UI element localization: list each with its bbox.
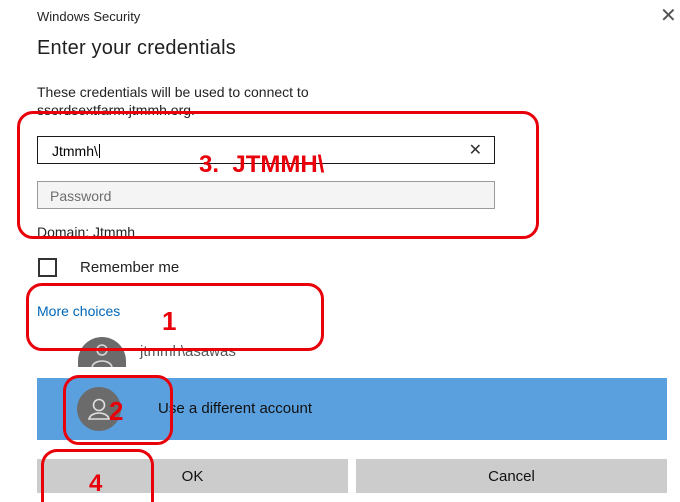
description-line-1: These credentials will be used to connec… (37, 84, 309, 100)
annotation-label-1: 1 (162, 306, 177, 336)
annotation-label-2: 2 (109, 396, 124, 426)
dialog-heading: Enter your credentials (37, 37, 236, 59)
annotation-label-4: 4 (89, 470, 103, 497)
annotation-label-3: 3. JTMMH\ (199, 151, 325, 178)
account-label: Use a different account (158, 400, 312, 417)
close-icon[interactable]: ✕ (660, 6, 677, 26)
remember-me-label[interactable]: Remember me (80, 259, 179, 276)
window-title: Windows Security (37, 9, 141, 24)
remember-me-checkbox[interactable] (38, 258, 57, 277)
cancel-button[interactable]: Cancel (356, 459, 667, 493)
